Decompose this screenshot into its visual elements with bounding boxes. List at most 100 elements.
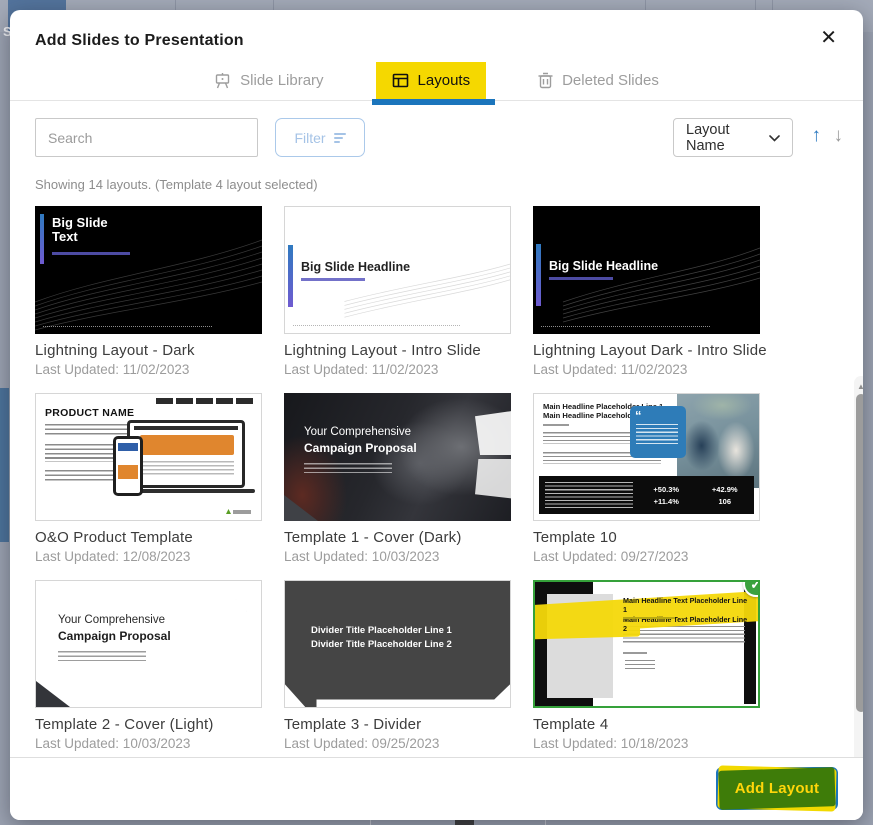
- layout-card-template10[interactable]: Main Headline Placeholder Line 1 Main He…: [533, 393, 760, 564]
- scrollbar-up-arrow[interactable]: ▲: [854, 378, 863, 394]
- slide-paragraph: [304, 463, 392, 473]
- phone-mockup: [113, 436, 143, 496]
- slide-title: Big Slide Headline: [549, 259, 658, 273]
- tab-label: Layouts: [418, 72, 471, 89]
- accent-bar: [40, 214, 44, 264]
- modal-footer: Add Layout: [10, 757, 863, 820]
- accent-bar: [536, 244, 541, 306]
- modal-title: Add Slides to Presentation: [35, 32, 244, 50]
- tab-label: Slide Library: [240, 72, 323, 89]
- layout-card-oo-product[interactable]: PRODUCT NAME O&O Product Template Last U…: [35, 393, 262, 564]
- layout-thumbnail: Your Comprehensive Campaign Proposal: [35, 580, 262, 708]
- layout-name: Template 1 - Cover (Dark): [284, 529, 511, 546]
- layout-thumbnail: Main Headline Placeholder Line 1 Main He…: [533, 393, 760, 521]
- slide-subtitle-bar: [301, 278, 365, 281]
- layout-thumbnail: Big Slide Headline: [284, 206, 511, 334]
- stat-value: +11.4%: [637, 497, 696, 506]
- close-icon[interactable]: ✕: [820, 28, 837, 48]
- layout-card-lightning-dark[interactable]: Big Slide Text Lightning Layout - Dark L…: [35, 206, 262, 377]
- layout-card-lightning-intro[interactable]: Big Slide Headline Lightning Layout - In…: [284, 206, 511, 377]
- slide-disclaimer-line: [43, 326, 212, 327]
- slide-title-line: Divider Title Placeholder Line 1: [311, 625, 452, 636]
- layout-name: Template 4: [533, 716, 760, 733]
- grid-scrollbar[interactable]: ▲ ▼: [854, 376, 863, 820]
- laptop-mockup: [127, 420, 245, 488]
- layout-name: Lightning Layout - Dark: [35, 342, 262, 359]
- slide-title-line: Campaign Proposal: [304, 441, 417, 455]
- filter-button[interactable]: Filter: [275, 118, 365, 157]
- slide-title-line: Main Headline Text Placeholder Line 1: [623, 596, 753, 615]
- corner-cut: [36, 681, 70, 707]
- layout-card-template3-divider[interactable]: Divider Title Placeholder Line 1 Divider…: [284, 580, 511, 751]
- layout-card-lightning-dark-intro[interactable]: Big Slide Headline Lightning Layout Dark…: [533, 206, 760, 377]
- quote-bubble: “: [630, 406, 686, 458]
- stat-value: +42.9%: [696, 485, 755, 494]
- stats-bar: +50.3% +42.9% +11.4% 106: [539, 476, 754, 514]
- tab-layouts[interactable]: Layouts: [376, 62, 487, 99]
- brand-logo: [226, 509, 251, 514]
- layout-name: Template 3 - Divider: [284, 716, 511, 733]
- layout-name: O&O Product Template: [35, 529, 262, 546]
- slide-title-line: Big Slide: [52, 216, 108, 230]
- slide-subtitle-bar: [52, 252, 130, 255]
- slide-meta-line: [543, 424, 569, 426]
- sort-dropdown[interactable]: Layout Name: [673, 118, 793, 157]
- layout-updated-date: Last Updated: 09/25/2023: [284, 736, 511, 751]
- slide-disclaimer-line: [293, 325, 460, 326]
- slide-subtitle-bar: [549, 277, 613, 280]
- layout-updated-date: Last Updated: 10/03/2023: [284, 549, 511, 564]
- toolbar: Filter Layout Name ↑ ↓: [10, 101, 863, 173]
- tab-deleted-slides[interactable]: Deleted Slides: [532, 62, 665, 99]
- sort-descending-icon[interactable]: ↓: [834, 125, 844, 147]
- slide-subtitle-bar: [623, 617, 675, 619]
- layout-thumbnail: PRODUCT NAME: [35, 393, 262, 521]
- slide-disclaimer-line: [541, 326, 710, 327]
- slide-title: PRODUCT NAME: [45, 407, 134, 419]
- add-layout-button-label: Add Layout: [716, 767, 838, 810]
- layout-name: Template 2 - Cover (Light): [35, 716, 262, 733]
- tab-label: Deleted Slides: [562, 72, 659, 89]
- slide-title-line: Your Comprehensive: [58, 614, 165, 626]
- decor-shape: [475, 459, 511, 499]
- layout-grid: Big Slide Text Lightning Layout - Dark L…: [35, 206, 760, 751]
- easel-icon: [214, 72, 231, 89]
- slide-lead-line: [623, 652, 647, 654]
- tab-slide-library[interactable]: Slide Library: [208, 62, 329, 99]
- layout-thumbnail: Big Slide Text: [35, 206, 262, 334]
- side-panel: [195, 599, 247, 691]
- layout-card-template2-cover-light[interactable]: Your Comprehensive Campaign Proposal Tem…: [35, 580, 262, 751]
- sort-dropdown-value: Layout Name: [686, 122, 769, 154]
- layout-icon: [392, 72, 409, 89]
- layout-updated-date: Last Updated: 09/27/2023: [533, 549, 760, 564]
- slide-photo: [677, 394, 759, 488]
- filter-lines-icon: [334, 131, 346, 145]
- corner-cut: [284, 495, 318, 521]
- layout-card-template1-cover-dark[interactable]: Your Comprehensive Campaign Proposal Tem…: [284, 393, 511, 564]
- layout-updated-date: Last Updated: 12/08/2023: [35, 549, 262, 564]
- modal-header: Add Slides to Presentation ✕ Slide Libra…: [10, 10, 863, 101]
- stat-value: +50.3%: [637, 485, 696, 494]
- slide-title: Big Slide Headline: [301, 260, 410, 274]
- slide-nav-chips: [156, 398, 253, 404]
- layout-name: Lightning Layout Dark - Intro Slide: [533, 342, 760, 359]
- search-input[interactable]: [35, 118, 258, 157]
- layout-thumbnail: Divider Title Placeholder Line 1 Divider…: [284, 580, 511, 708]
- scrollbar-thumb[interactable]: [856, 394, 863, 712]
- slide-title-line: Divider Title Placeholder Line 2: [311, 639, 452, 650]
- add-layout-button[interactable]: Add Layout: [716, 767, 838, 810]
- backdrop-sidebar-fragment: [0, 388, 9, 542]
- results-status-text: Showing 14 layouts. (Template 4 layout s…: [35, 177, 863, 192]
- layout-card-template4-selected[interactable]: Main Headline Text Placeholder Line 1 Ma…: [533, 580, 760, 751]
- black-frame: [535, 582, 593, 594]
- slide-title-line: Your Comprehensive: [304, 426, 411, 438]
- layout-updated-date: Last Updated: 10/18/2023: [533, 736, 760, 751]
- layout-thumbnail: Your Comprehensive Campaign Proposal: [284, 393, 511, 521]
- slide-title-line: Campaign Proposal: [58, 629, 171, 643]
- layout-thumbnail: Main Headline Text Placeholder Line 1 Ma…: [533, 580, 760, 708]
- layout-thumbnail: Big Slide Headline: [533, 206, 760, 334]
- sort-ascending-icon[interactable]: ↑: [812, 125, 822, 147]
- layout-name: Template 10: [533, 529, 760, 546]
- accent-bar: [288, 245, 293, 307]
- layout-updated-date: Last Updated: 10/03/2023: [35, 736, 262, 751]
- layout-grid-container: Big Slide Text Lightning Layout - Dark L…: [10, 206, 863, 766]
